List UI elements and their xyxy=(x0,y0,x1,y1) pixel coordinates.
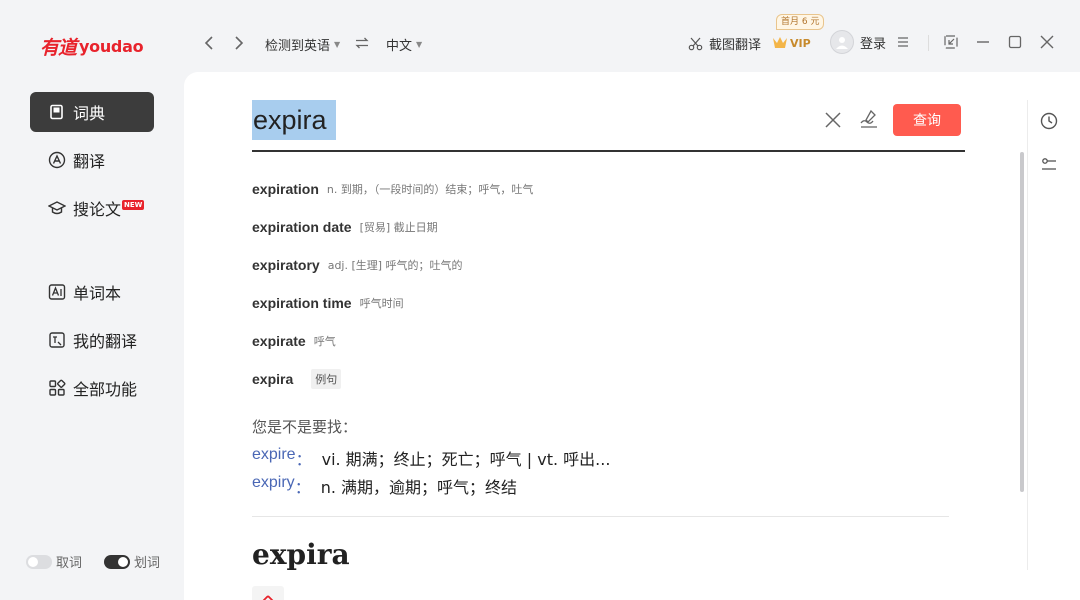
suggestion-word: expiration time xyxy=(252,295,352,311)
alt-colon: ： xyxy=(294,478,311,497)
suggestion-definition: 呼气时间 xyxy=(359,297,404,310)
wordbook-icon xyxy=(48,283,66,301)
alt-word[interactable]: expire xyxy=(252,446,296,470)
history-icon[interactable] xyxy=(1040,112,1058,130)
alt-definition: vi. 期满；终止；死亡；呼气 | vt. 呼出... xyxy=(321,450,611,469)
suggestion-definition: adj. [生理] 呼气的；吐气的 xyxy=(327,259,463,272)
swap-languages-icon[interactable] xyxy=(355,35,369,54)
did-you-mean-title: 您是不是要找： xyxy=(252,418,358,436)
sidebar-item-label: 我的翻译 xyxy=(73,332,138,351)
sidebar-item-label: 翻译 xyxy=(73,152,106,171)
source-language-select[interactable]: 检测到英语 ▼ xyxy=(265,35,340,54)
settings-sliders-icon[interactable] xyxy=(1040,156,1058,174)
sidebar-item-label: 全部功能 xyxy=(73,380,138,399)
youdao-logo[interactable]: 有道 youdao xyxy=(40,32,144,60)
search-input[interactable]: expira xyxy=(252,100,336,140)
logo-en: youdao xyxy=(79,36,144,56)
alt-colon: ： xyxy=(295,450,312,469)
back-arrow-icon[interactable] xyxy=(202,34,218,52)
graduation-cap-icon xyxy=(48,199,66,217)
vip-label: VIP xyxy=(790,36,811,50)
alt-word[interactable]: expiry xyxy=(252,474,295,498)
caret-down-icon: ▼ xyxy=(334,40,341,49)
login-label: 登录 xyxy=(860,36,887,52)
menu-icon[interactable] xyxy=(895,34,911,50)
scissors-icon xyxy=(688,36,703,51)
switch-on xyxy=(104,554,131,569)
suggestion-word: expira xyxy=(252,371,294,387)
book-icon xyxy=(48,103,66,121)
caret-down-icon: ▼ xyxy=(416,40,423,49)
suggestion-word: expiratory xyxy=(252,257,320,273)
pronunciation-icon[interactable] xyxy=(252,586,284,600)
search-bar: expira 查询 xyxy=(252,100,965,152)
sidebar-item-translate[interactable]: 翻译 xyxy=(30,140,154,180)
clear-icon[interactable] xyxy=(824,111,842,129)
right-rail-divider xyxy=(1027,100,1028,570)
toggle-label: 划词 xyxy=(134,556,161,571)
sidebar-item-all-features[interactable]: 全部功能 xyxy=(30,368,154,408)
top-bar: 检测到英语 ▼ 中文 ▼ 截图翻译 首月 6 元 VIP 登录 xyxy=(184,0,1080,72)
main-panel: expira 查询 expiration n. 到期，（一段时间的）结束；呼气，… xyxy=(184,72,1080,600)
suggestion-word: expiration date xyxy=(252,219,352,235)
suggestion-item[interactable]: expiration date [贸易] 截止日期 xyxy=(252,217,438,237)
scrollbar[interactable] xyxy=(1020,152,1024,492)
screenshot-translate-button[interactable]: 截图翻译 xyxy=(688,34,761,53)
handwriting-icon[interactable] xyxy=(858,108,880,130)
word-pick-toggle[interactable]: 取词 xyxy=(26,552,82,571)
sidebar-item-label: 词典 xyxy=(73,104,106,123)
translate-icon xyxy=(48,151,66,169)
suggestion-item[interactable]: expiratory adj. [生理] 呼气的；吐气的 xyxy=(252,255,463,275)
close-window-icon[interactable] xyxy=(1039,34,1055,50)
sidebar-item-dictionary[interactable]: 词典 xyxy=(30,92,154,132)
suggestion-word: expirate xyxy=(252,333,306,349)
suggestion-item[interactable]: expirate 呼气 xyxy=(252,331,336,351)
mini-mode-icon[interactable] xyxy=(943,34,959,50)
suggestion-word: expiration xyxy=(252,181,319,197)
headword: expira xyxy=(252,538,350,571)
did-you-mean-item[interactable]: expiry ： n. 满期，逾期；呼气；终结 xyxy=(252,474,517,498)
suggestion-item[interactable]: expiration time 呼气时间 xyxy=(252,293,404,313)
target-language-select[interactable]: 中文 ▼ xyxy=(386,35,422,54)
sidebar-item-papers[interactable]: 搜论文 NEW xyxy=(30,188,154,228)
sidebar-item-wordbook[interactable]: 单词本 xyxy=(30,272,154,312)
suggestion-definition: 呼气 xyxy=(313,335,336,348)
target-language-label: 中文 xyxy=(386,39,413,54)
screenshot-translate-label: 截图翻译 xyxy=(709,38,762,53)
sidebar-item-my-translations[interactable]: 我的翻译 xyxy=(30,320,154,360)
logo-cn: 有道 xyxy=(40,36,77,59)
forward-arrow-icon[interactable] xyxy=(230,34,246,52)
login-button[interactable]: 登录 xyxy=(830,30,886,54)
example-sentence-tag[interactable]: 例句 xyxy=(311,369,342,389)
toggle-label: 取词 xyxy=(56,556,83,571)
suggestion-item[interactable]: expira 例句 xyxy=(252,369,342,389)
vip-promo-tag: 首月 6 元 xyxy=(776,14,825,30)
new-badge: NEW xyxy=(122,200,145,210)
query-button[interactable]: 查询 xyxy=(893,104,961,136)
sidebar-toggles: 取词 划词 xyxy=(26,552,182,571)
switch-off xyxy=(26,554,52,569)
vip-badge: VIP xyxy=(772,34,816,52)
alt-definition: n. 满期，逾期；呼气；终结 xyxy=(320,478,518,497)
my-translation-icon xyxy=(48,331,66,349)
did-you-mean-item[interactable]: expire ： vi. 期满；终止；死亡；呼气 | vt. 呼出... xyxy=(252,446,610,470)
suggestion-definition: n. 到期，（一段时间的）结束；呼气，吐气 xyxy=(326,183,534,196)
selection-translate-toggle[interactable]: 划词 xyxy=(104,552,160,571)
source-language-label: 检测到英语 xyxy=(265,39,331,54)
grid-icon xyxy=(48,379,66,397)
avatar xyxy=(830,30,854,54)
suggestion-item[interactable]: expiration n. 到期，（一段时间的）结束；呼气，吐气 xyxy=(252,179,533,199)
divider xyxy=(928,35,929,51)
section-divider xyxy=(252,516,949,517)
sidebar-item-label: 单词本 xyxy=(73,284,122,303)
sidebar: 有道 youdao 词典 翻译 搜论文 NEW 单词本 我的翻译 全部功能 取词… xyxy=(0,0,184,600)
sidebar-item-label: 搜论文 xyxy=(73,200,122,219)
suggestion-definition: [贸易] 截止日期 xyxy=(359,221,438,234)
maximize-icon[interactable] xyxy=(1007,34,1023,50)
minimize-icon[interactable] xyxy=(975,34,991,50)
crown-icon xyxy=(772,36,788,50)
